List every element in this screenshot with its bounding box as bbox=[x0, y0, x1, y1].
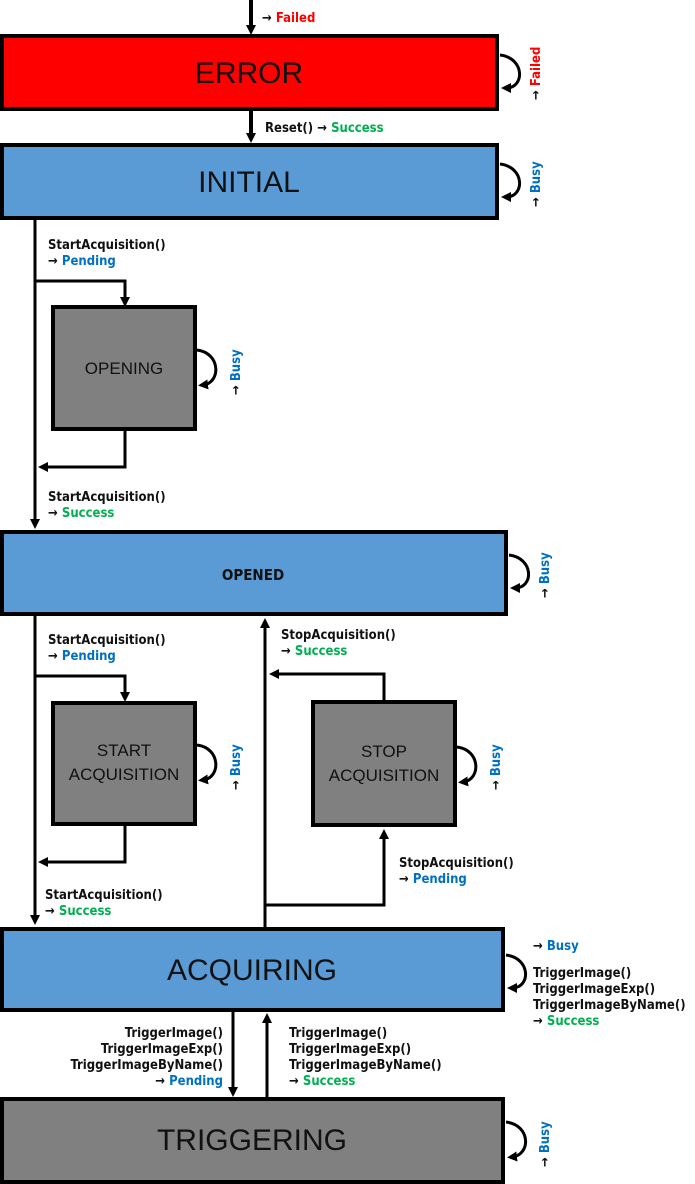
initial-self-busy-label: → Busy bbox=[529, 161, 544, 207]
opened-to-start-acq-arrow bbox=[35, 674, 130, 702]
stop-acq-pending-label: StopAcquisition() bbox=[399, 856, 514, 871]
start-acq-success-label-1: StartAcquisition() bbox=[48, 490, 166, 505]
stop-acq-success-result: → Success bbox=[281, 644, 347, 659]
opened-self-loop-icon bbox=[508, 553, 531, 593]
trigger-success-trigger-image-exp: TriggerImageExp() bbox=[289, 1042, 411, 1057]
acquiring-to-stop-acq-arrow bbox=[265, 829, 389, 907]
opened-self-busy-label: → Busy bbox=[538, 552, 553, 598]
trigger-pending-trigger-image-exp: TriggerImageExp() bbox=[101, 1042, 223, 1057]
reset-label: Reset() → Success bbox=[265, 121, 384, 136]
initial-self-loop-icon bbox=[499, 162, 522, 202]
stop-acq-self-busy-label: → Busy bbox=[489, 744, 504, 790]
stop-acq-success-label: StopAcquisition() bbox=[281, 628, 396, 643]
acquiring-self-success-label: → Success bbox=[533, 1014, 599, 1029]
state-diagram: → Failed ERROR → Failed Reset() → Succes… bbox=[0, 0, 686, 1184]
error-self-failed-label: → Failed bbox=[529, 47, 544, 100]
acquiring-self-busy-label: → Busy bbox=[533, 939, 579, 954]
initial-to-opening-arrow bbox=[35, 279, 130, 307]
acquiring-self-trigger-image-exp: TriggerImageExp() bbox=[533, 982, 655, 997]
opening-return-arrow bbox=[38, 431, 127, 472]
incoming-failed-label: → Failed bbox=[262, 11, 315, 26]
stop-acq-self-loop-icon bbox=[456, 745, 478, 787]
state-initial: INITIAL bbox=[0, 143, 499, 220]
stop-acq-return-arrow bbox=[269, 669, 386, 700]
state-acquiring: ACQUIRING bbox=[0, 927, 505, 1012]
start-acq-self-loop-icon bbox=[196, 743, 218, 785]
state-stop-acquisition: STOP ACQUISITION bbox=[311, 700, 457, 827]
acquiring-self-trigger-image: TriggerImage() bbox=[533, 966, 631, 981]
state-triggering: TRIGGERING bbox=[0, 1097, 505, 1184]
start-acq-return-arrow bbox=[38, 826, 127, 867]
acquiring-self-loop-icon bbox=[505, 953, 528, 993]
trigger-success-trigger-image: TriggerImage() bbox=[289, 1026, 387, 1041]
state-triggering-label: TRIGGERING bbox=[157, 1124, 347, 1157]
acquiring-self-trigger-image-by-name: TriggerImageByName() bbox=[533, 998, 686, 1013]
trigger-pending-result: → Pending bbox=[155, 1074, 223, 1089]
state-start-acquisition: START ACQUISITION bbox=[51, 701, 197, 826]
state-start-acquisition-label-line1: START bbox=[97, 741, 151, 760]
start-acq-pending-result-1: → Pending bbox=[48, 254, 116, 269]
state-error-label: ERROR bbox=[195, 57, 303, 90]
state-opening: OPENING bbox=[51, 305, 197, 431]
opening-self-loop-icon bbox=[196, 348, 218, 390]
state-opened: OPENED bbox=[0, 530, 508, 616]
state-initial-label: INITIAL bbox=[198, 166, 300, 199]
triggering-self-busy-label: → Busy bbox=[538, 1121, 553, 1167]
start-acq-pending-label-1: StartAcquisition() bbox=[48, 238, 166, 253]
trigger-success-trigger-image-by-name: TriggerImageByName() bbox=[289, 1058, 442, 1073]
state-acquiring-label: ACQUIRING bbox=[167, 954, 337, 987]
trigger-success-result: → Success bbox=[289, 1074, 355, 1089]
opening-self-busy-label: → Busy bbox=[229, 349, 244, 395]
trigger-pending-trigger-image-by-name: TriggerImageByName() bbox=[70, 1058, 223, 1073]
start-acq-success-label-2: StartAcquisition() bbox=[45, 888, 163, 903]
trigger-pending-trigger-image: TriggerImage() bbox=[125, 1026, 223, 1041]
stop-acq-pending-result: → Pending bbox=[399, 872, 467, 887]
state-error: ERROR bbox=[0, 34, 499, 111]
start-acq-self-busy-label: → Busy bbox=[229, 744, 244, 790]
start-acq-pending-result-2: → Pending bbox=[48, 649, 116, 664]
start-acq-pending-label-2: StartAcquisition() bbox=[48, 633, 166, 648]
state-opened-label: OPENED bbox=[222, 566, 284, 584]
error-self-loop-icon bbox=[499, 53, 522, 93]
triggering-self-loop-icon bbox=[505, 1120, 528, 1162]
state-stop-acquisition-label-line2: ACQUISITION bbox=[329, 766, 440, 785]
start-acq-success-result-2: → Success bbox=[45, 904, 111, 919]
start-acq-success-result-1: → Success bbox=[48, 506, 114, 521]
state-opening-label: OPENING bbox=[85, 359, 163, 378]
state-start-acquisition-label-line2: ACQUISITION bbox=[69, 765, 180, 784]
state-stop-acquisition-label-line1: STOP bbox=[361, 742, 407, 761]
